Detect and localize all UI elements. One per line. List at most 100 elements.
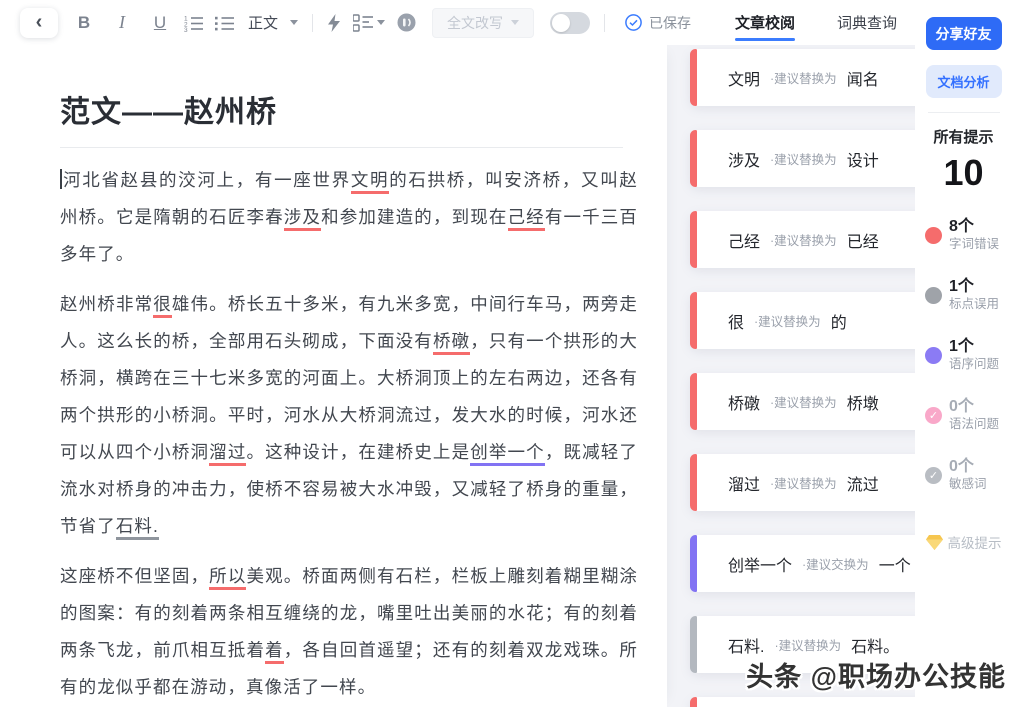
card-replacement-text: 一个 (879, 552, 911, 576)
marked-error-text[interactable]: 创举一个 (470, 442, 545, 466)
chevron-down-icon (511, 20, 519, 25)
marked-error-text[interactable]: 涉及 (284, 207, 321, 231)
card-accent-bar (690, 211, 697, 268)
card-action-label: ·建议替换为 (770, 68, 837, 87)
suggestion-card[interactable]: 很·建议替换为的 (690, 292, 915, 349)
card-replacement-text: 设计 (847, 147, 879, 171)
stat-item[interactable]: 1个语序问题 (925, 338, 1012, 372)
back-chevron-icon: ‹ (36, 11, 43, 34)
title-divider (60, 147, 623, 148)
tab-article-proofread[interactable]: 文章校阅 (735, 0, 795, 45)
svg-text:3: 3 (184, 27, 188, 32)
card-original-text: 桥礅 (728, 390, 760, 414)
marked-error-text[interactable]: 桥礅 (433, 331, 470, 355)
card-replacement-text: 的 (831, 309, 847, 333)
stat-item[interactable]: 1个标点误用 (925, 278, 1012, 312)
italic-button[interactable]: I (110, 10, 134, 36)
bullet-list-icon[interactable] (215, 14, 234, 32)
tab-bar: 文章校阅 词典查询 (735, 0, 897, 45)
paragraph-style-select[interactable]: 正文 (248, 12, 298, 33)
document-analysis-button[interactable]: 文档分析 (926, 65, 1002, 98)
card-original-text: 很 (728, 309, 744, 333)
rewrite-button[interactable]: 全文改写 (432, 8, 534, 38)
toolbar-divider (604, 14, 605, 32)
card-action-label: ·建议交换为 (802, 554, 869, 573)
suggestion-card[interactable]: 桥礅·建议替换为桥墩 (690, 373, 915, 430)
all-hints-title: 所有提示 (933, 126, 993, 147)
toggle-knob (552, 14, 570, 32)
stat-count: 0个 (949, 458, 987, 476)
marked-error-text[interactable]: 石料. (116, 516, 159, 540)
watermark: 头条 @职场办公技能 (746, 655, 1006, 694)
card-replacement-text: 石料。 (851, 633, 899, 657)
document-area[interactable]: 范文——赵州桥 河北省赵县的洨河上，有一座世界文明的石拱桥，叫安济桥，又叫赵州桥… (0, 45, 667, 707)
card-original-text: 创举一个 (728, 552, 792, 576)
stat-count: 0个 (949, 398, 999, 416)
card-accent-bar (690, 616, 697, 673)
document-title[interactable]: 范文——赵州桥 (60, 87, 623, 131)
card-original-text: 己经 (728, 228, 760, 252)
suggestion-card[interactable] (690, 697, 915, 707)
tab-dictionary-lookup[interactable]: 词典查询 (837, 0, 897, 45)
stat-item[interactable]: ✓ 0个语法问题 (925, 398, 1012, 432)
suggestion-card[interactable]: 己经·建议替换为已经 (690, 211, 915, 268)
back-button[interactable]: ‹ (20, 8, 58, 38)
card-original-text: 溜过 (728, 471, 760, 495)
stat-label: 语法问题 (949, 416, 999, 432)
paragraph[interactable]: 赵州桥非常很雄伟。桥长五十多米，有九米多宽，中间行车马，两旁走人。这么长的桥，全… (60, 286, 638, 545)
card-action-label: ·建议替换为 (774, 635, 841, 654)
suggestion-card[interactable]: 涉及·建议替换为设计 (690, 130, 915, 187)
stat-label: 语序问题 (949, 356, 999, 372)
marked-error-text[interactable]: 着 (265, 640, 284, 664)
card-accent-bar (690, 535, 697, 592)
underline-button[interactable]: U (148, 10, 172, 36)
suggestion-card[interactable]: 文明·建议替换为闻名 (690, 49, 915, 106)
marked-error-text[interactable]: 文明 (351, 170, 389, 194)
share-friends-button[interactable]: 分享好友 (926, 17, 1002, 50)
check-circle-icon: ✓ (925, 467, 942, 484)
text-run: 和参加建造的，到现在 (321, 207, 507, 227)
stat-count: 1个 (949, 338, 999, 356)
card-replacement-text: 闻名 (847, 66, 879, 90)
text-cursor (60, 169, 62, 189)
saved-check-icon (625, 14, 642, 31)
stat-item[interactable]: 8个字词错误 (925, 218, 1012, 252)
saved-label: 已保存 (649, 13, 691, 33)
ordered-list-icon[interactable]: 123 (184, 14, 203, 32)
proofread-toggle[interactable] (550, 12, 590, 34)
card-accent-bar (690, 373, 697, 430)
text-run: 这座桥不但坚固， (60, 566, 209, 586)
stat-text: 0个敏感词 (949, 458, 987, 492)
marked-error-text[interactable]: 所以 (209, 566, 246, 590)
paragraph-style-value: 正文 (248, 12, 278, 33)
diamond-icon (926, 535, 943, 550)
chevron-down-icon (290, 20, 298, 25)
card-accent-bar (690, 292, 697, 349)
lightning-icon[interactable] (327, 14, 341, 32)
card-action-label: ·建议替换为 (770, 149, 837, 168)
suggestion-card[interactable]: 溜过·建议替换为流过 (690, 454, 915, 511)
bold-button[interactable]: B (72, 10, 96, 36)
card-accent-bar (690, 697, 697, 707)
paragraph[interactable]: 这座桥不但坚固，所以美观。桥面两侧有石栏，栏板上雕刻着糊里糊涂的图案：有的刻着两… (60, 558, 638, 706)
text-run: 河北省赵县的洨河上，有一座世界 (63, 170, 351, 190)
speaker-icon[interactable] (397, 13, 416, 32)
paragraph[interactable]: 河北省赵县的洨河上，有一座世界文明的石拱桥，叫安济桥，又叫赵州桥。它是隋朝的石匠… (60, 162, 638, 273)
outline-structure-icon[interactable] (353, 14, 385, 32)
marked-error-text[interactable]: 己经 (508, 207, 545, 231)
check-circle-icon: ✓ (925, 407, 942, 424)
toolbar: ‹ B I U 123 正文 全文改写 (0, 0, 915, 45)
marked-error-text[interactable]: 溜过 (209, 442, 246, 466)
stat-item[interactable]: ✓ 0个敏感词 (925, 458, 1012, 492)
category-dot-icon (925, 227, 942, 244)
premium-hints[interactable]: 高级提示 (926, 532, 1002, 552)
stat-text: 1个标点误用 (949, 278, 999, 312)
app-window: ‹ B I U 123 正文 全文改写 (0, 0, 1012, 707)
suggestion-card[interactable]: 创举一个 ·建议交换为一个 (690, 535, 915, 592)
save-status: 已保存 (625, 13, 691, 33)
category-dot-icon (925, 347, 942, 364)
card-action-label: ·建议替换为 (770, 230, 837, 249)
suggestion-card-list: 文明·建议替换为闻名涉及·建议替换为设计己经·建议替换为已经很·建议替换为的桥礅… (690, 49, 915, 707)
marked-error-text[interactable]: 很 (153, 294, 172, 318)
total-hints-count: 10 (943, 152, 983, 194)
